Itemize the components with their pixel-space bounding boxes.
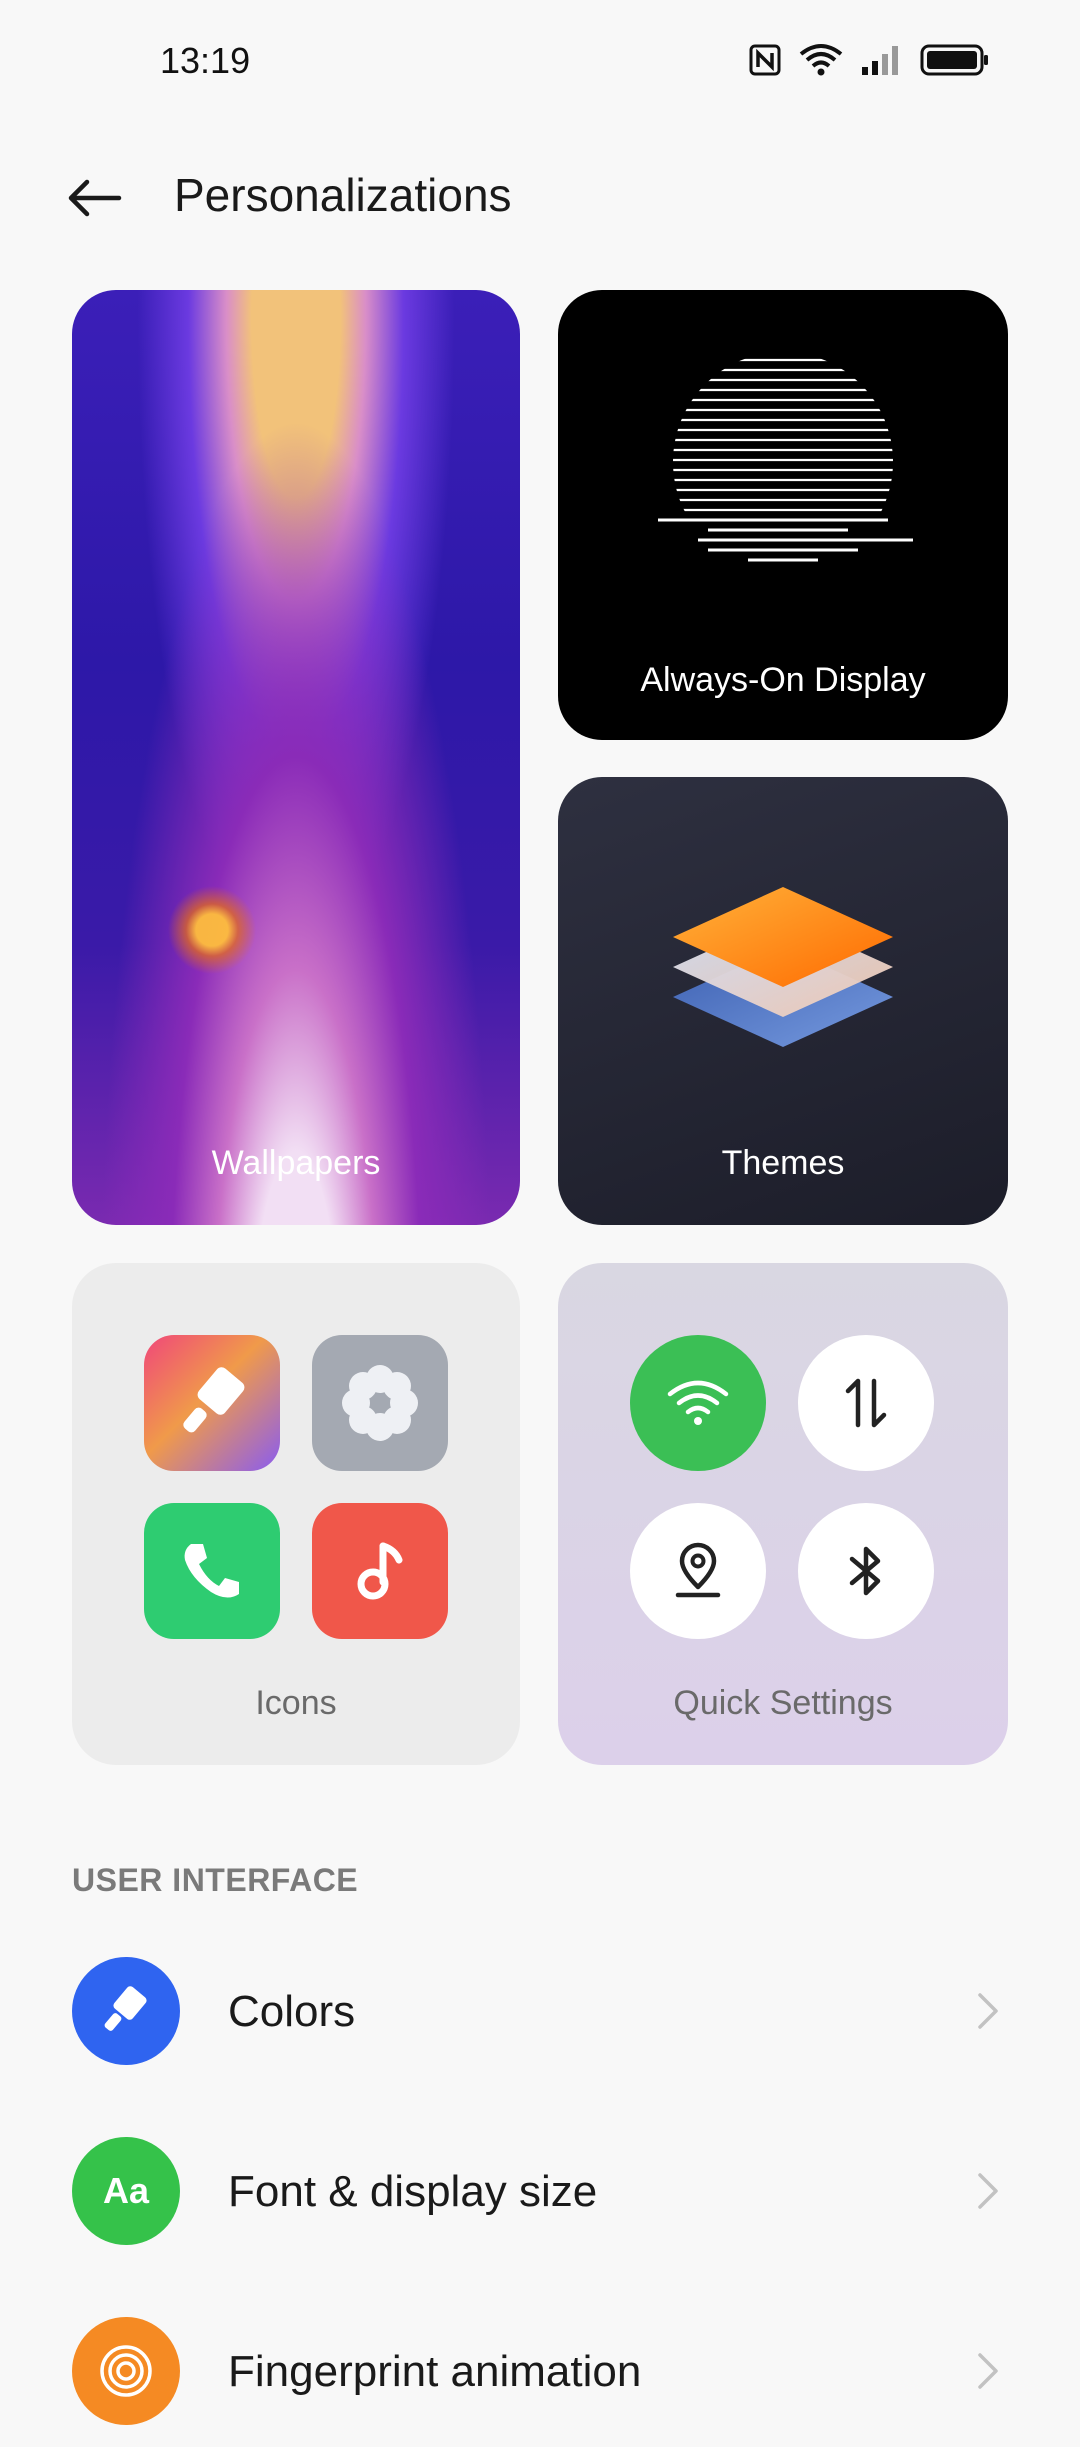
font-display-size-label: Font & display size <box>228 2167 598 2216</box>
colors-icon <box>72 1957 180 2065</box>
fingerprint-icon <box>72 2317 180 2425</box>
music-app-icon <box>312 1503 448 1639</box>
quick-settings-label: Quick Settings <box>673 1684 893 1722</box>
chevron-right-icon <box>968 1989 1008 2033</box>
battery-icon <box>920 43 990 77</box>
always-on-display-label: Always-On Display <box>640 661 926 699</box>
list-item-fingerprint-animation[interactable]: Fingerprint animation <box>0 2297 1080 2447</box>
colors-label: Colors <box>228 1987 356 2036</box>
themes-card[interactable]: Themes <box>558 777 1008 1225</box>
font-icon-text: Aa <box>102 2170 150 2211</box>
icons-card[interactable]: Icons <box>72 1263 520 1765</box>
themes-label: Themes <box>721 1144 845 1182</box>
wifi-toggle-icon <box>630 1335 766 1471</box>
fingerprint-animation-label: Fingerprint animation <box>228 2347 642 2396</box>
list-item-colors[interactable]: Colors <box>0 1937 1080 2087</box>
back-arrow-icon <box>68 179 122 217</box>
layers-icon <box>673 887 893 1047</box>
data-toggle-icon <box>798 1335 934 1471</box>
signal-icon <box>860 43 904 77</box>
chevron-right-icon <box>968 2349 1008 2393</box>
font-icon: Aa <box>72 2137 180 2245</box>
location-toggle-icon <box>630 1503 766 1639</box>
wallpapers-card[interactable]: Wallpapers <box>72 290 520 1225</box>
icons-label: Icons <box>255 1684 337 1722</box>
aod-preview-icon <box>658 358 913 562</box>
page-title: Personalizations <box>174 169 512 221</box>
section-header-user-interface: USER INTERFACE <box>72 1862 359 1898</box>
wallpapers-label: Wallpapers <box>211 1144 381 1182</box>
status-bar: 13:19 <box>0 0 1080 130</box>
phone-app-icon <box>144 1503 280 1639</box>
status-time: 13:19 <box>160 40 251 81</box>
status-icons <box>748 42 990 78</box>
wifi-icon <box>798 42 844 78</box>
brush-app-icon <box>144 1335 280 1471</box>
list-item-font-display-size[interactable]: Aa Font & display size <box>0 2117 1080 2267</box>
quick-settings-card[interactable]: Quick Settings <box>558 1263 1008 1765</box>
chevron-right-icon <box>968 2169 1008 2213</box>
nfc-icon <box>748 43 782 77</box>
settings-app-icon <box>312 1335 448 1471</box>
bluetooth-toggle-icon <box>798 1503 934 1639</box>
back-button[interactable] <box>62 166 126 230</box>
header: Personalizations <box>0 150 1080 240</box>
always-on-display-card[interactable]: Always-On Display <box>558 290 1008 740</box>
